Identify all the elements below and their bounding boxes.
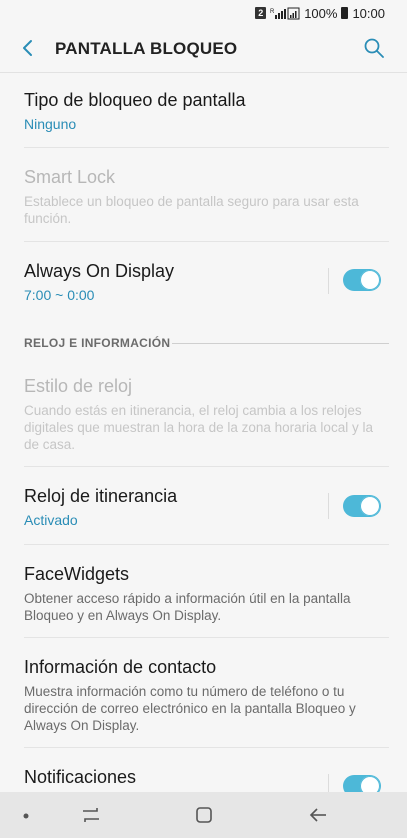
setting-value: Ninguno — [24, 116, 77, 132]
setting-title: Información de contacto — [24, 657, 217, 677]
setting-value: Activado — [24, 512, 78, 528]
always-on-display-toggle[interactable] — [343, 269, 381, 291]
svg-text:R: R — [270, 9, 275, 15]
setting-description: Establece un bloqueo de pantalla seguro … — [24, 194, 359, 226]
battery-icon — [341, 7, 349, 19]
status-bar: 2 R 100% 10:00 — [0, 0, 407, 26]
setting-description: Muestra información como tu número de te… — [24, 684, 356, 733]
divider — [24, 147, 389, 148]
setting-title: Always On Display — [24, 261, 175, 281]
network-signal-icon: R — [270, 7, 300, 19]
app-bar: PANTALLA BLOQUEO — [0, 26, 407, 72]
setting-lock-type[interactable]: Tipo de bloqueo de pantalla Ninguno — [0, 90, 407, 132]
divider — [24, 241, 389, 242]
setting-title: Estilo de reloj — [24, 376, 133, 396]
divider — [24, 466, 389, 467]
clock-time: 10:00 — [352, 5, 385, 21]
setting-title: Notificaciones — [24, 767, 137, 787]
vertical-separator — [328, 493, 329, 519]
search-icon[interactable] — [363, 37, 385, 59]
home-icon[interactable] — [194, 805, 214, 825]
section-divider — [172, 343, 389, 344]
setting-facewidgets[interactable]: FaceWidgets Obtener acceso rápido a info… — [0, 564, 407, 624]
vertical-separator — [328, 268, 329, 294]
setting-description: Obtener acceso rápido a información útil… — [24, 591, 351, 623]
divider — [24, 747, 389, 748]
setting-contact-info[interactable]: Información de contacto Muestra informac… — [0, 657, 407, 734]
setting-title: Tipo de bloqueo de pantalla — [24, 90, 246, 110]
setting-clock-style: Estilo de reloj Cuando estás en itineran… — [0, 376, 407, 453]
battery-percent: 100% — [304, 5, 338, 21]
roaming-clock-toggle[interactable] — [343, 495, 381, 517]
setting-title: Reloj de itinerancia — [24, 486, 178, 506]
toggle-knob — [360, 270, 380, 290]
back-nav-icon[interactable] — [307, 806, 329, 824]
dot-icon[interactable] — [22, 812, 30, 820]
setting-title: Smart Lock — [24, 167, 116, 187]
header-divider — [0, 72, 407, 73]
setting-description: Cuando estás en itinerancia, el reloj ca… — [24, 403, 373, 452]
sim-badge: 2 — [255, 7, 267, 19]
setting-value: 7:00 ~ 0:00 — [24, 287, 95, 303]
navigation-bar — [0, 792, 407, 838]
section-header: RELOJ E INFORMACIÓN — [24, 336, 171, 350]
page-title: PANTALLA BLOQUEO — [55, 39, 238, 58]
recent-apps-icon[interactable] — [80, 806, 102, 824]
toggle-knob — [360, 496, 380, 516]
setting-smart-lock: Smart Lock Establece un bloqueo de panta… — [0, 167, 407, 227]
divider — [24, 637, 389, 638]
divider — [24, 544, 389, 545]
setting-title: FaceWidgets — [24, 564, 130, 584]
back-arrow-icon[interactable] — [18, 38, 38, 58]
